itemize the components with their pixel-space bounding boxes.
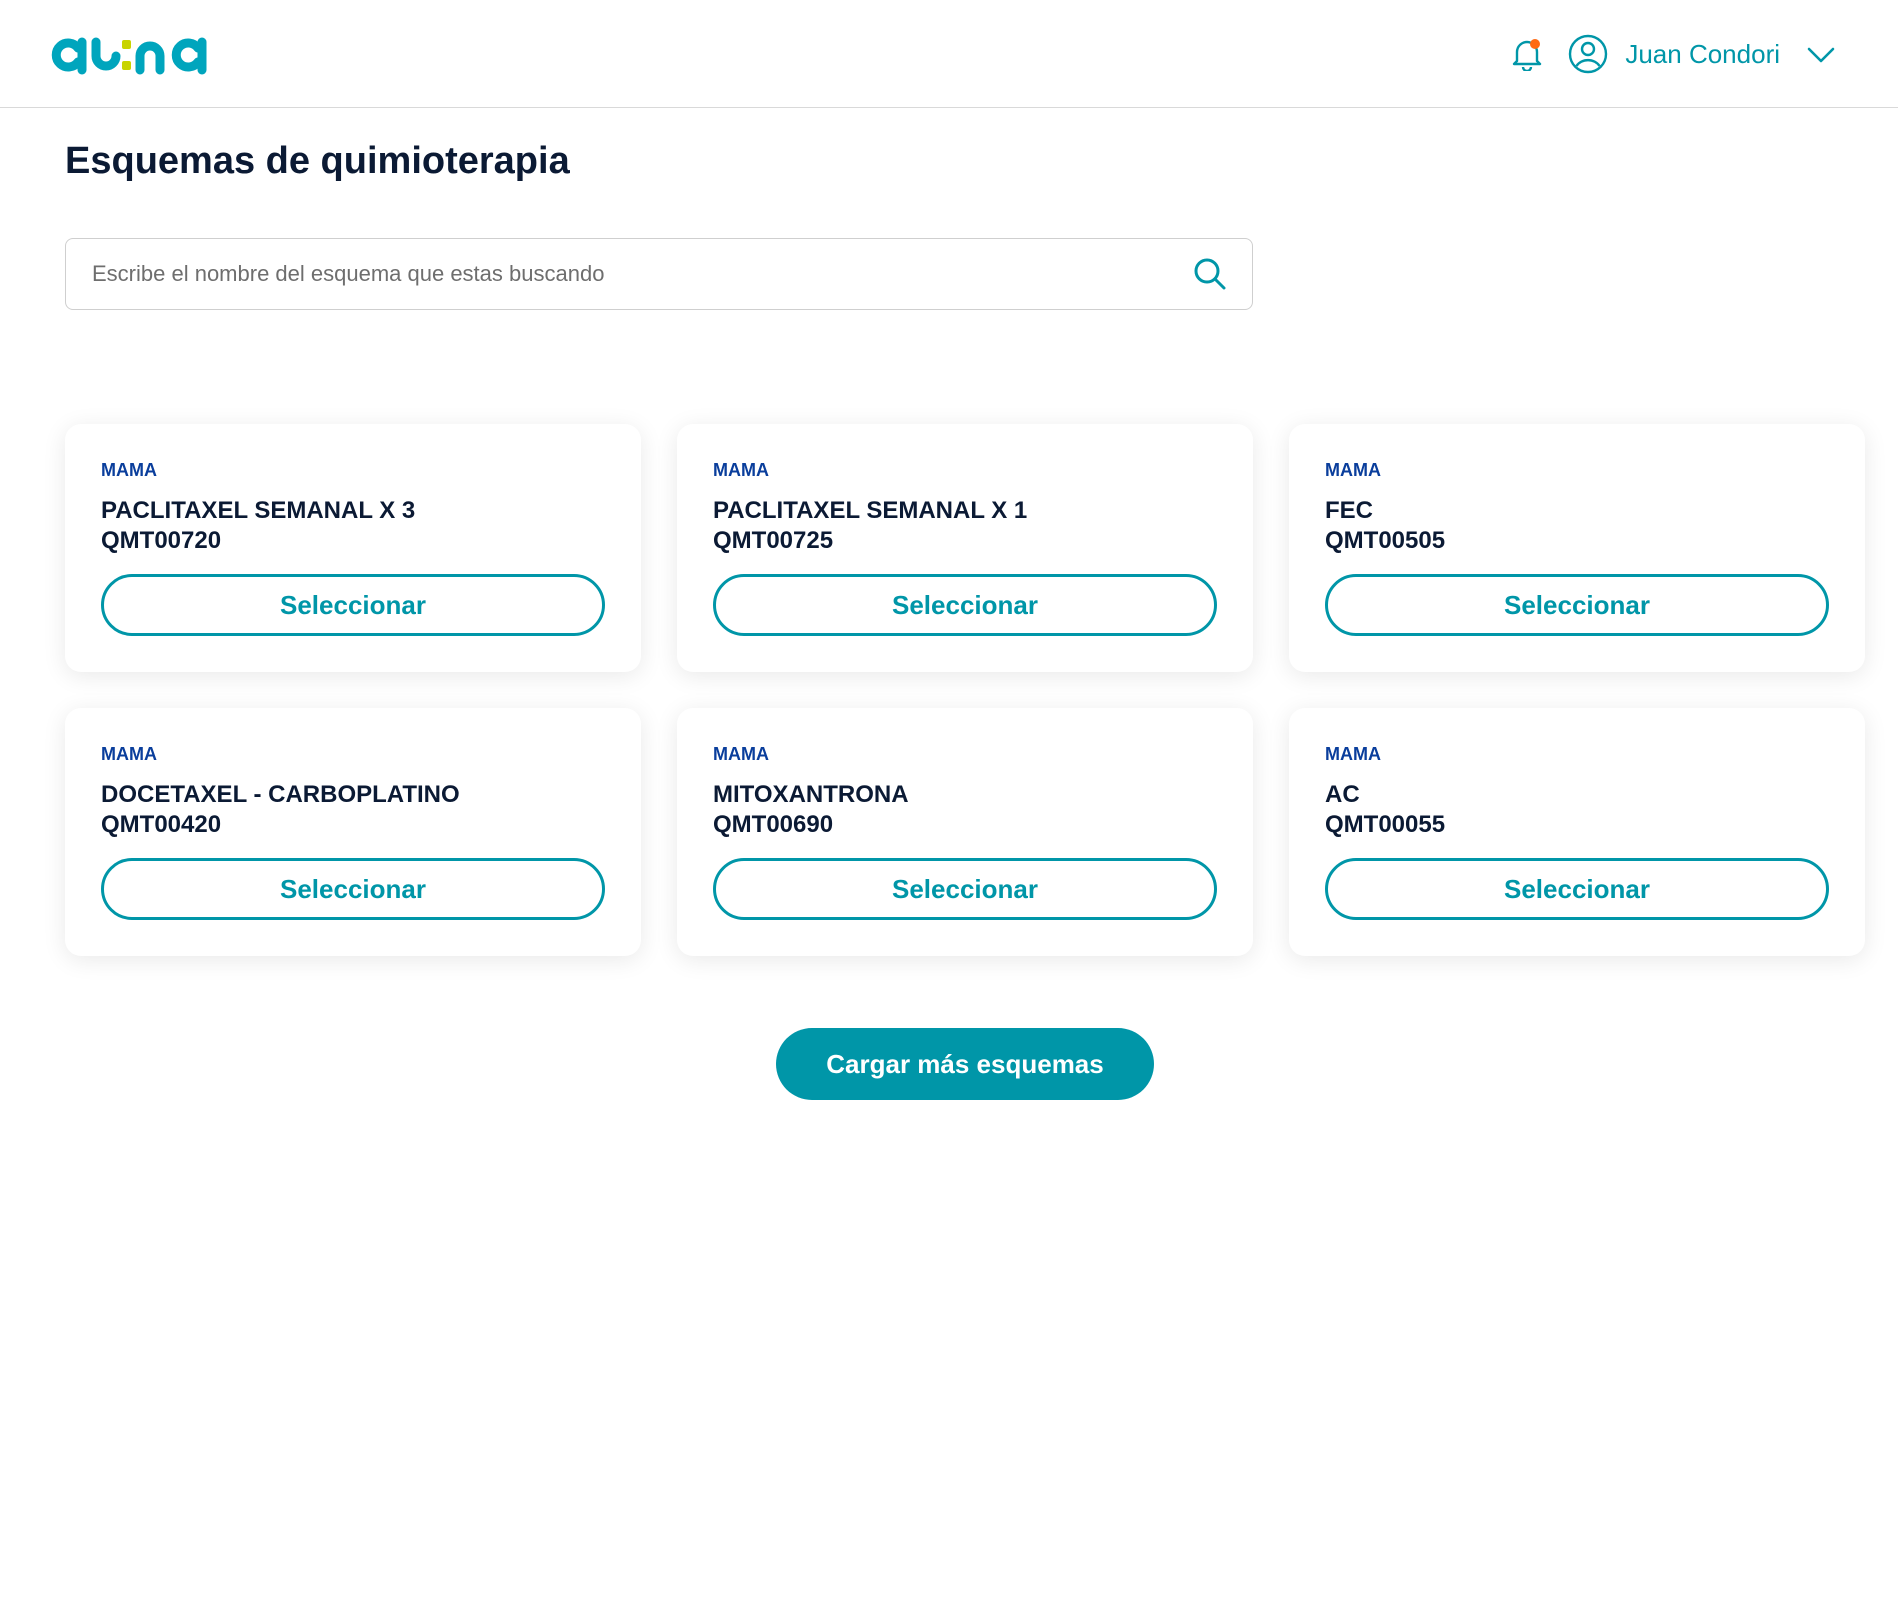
user-menu[interactable]: Juan Condori	[1567, 33, 1838, 75]
search-bar	[65, 238, 1253, 310]
scheme-card: MAMA FEC QMT00505 Seleccionar	[1289, 424, 1865, 672]
scheme-card: MAMA AC QMT00055 Seleccionar	[1289, 708, 1865, 956]
user-avatar-icon	[1569, 34, 1608, 74]
card-category: MAMA	[101, 744, 157, 764]
card-category: MAMA	[1325, 744, 1381, 764]
page-title: Esquemas de quimioterapia	[65, 140, 570, 182]
card-category: MAMA	[101, 460, 157, 480]
card-scheme-code: QMT00055	[1325, 811, 1446, 838]
card-scheme-code: QMT00725	[713, 527, 834, 554]
card-scheme-name: AC	[1325, 781, 1360, 808]
select-button[interactable]: Seleccionar	[101, 574, 605, 636]
select-button[interactable]: Seleccionar	[101, 858, 605, 920]
select-button[interactable]: Seleccionar	[1325, 858, 1829, 920]
select-button[interactable]: Seleccionar	[713, 574, 1217, 636]
load-more-button[interactable]: Cargar más esquemas	[776, 1028, 1154, 1100]
card-category: MAMA	[713, 460, 769, 480]
card-scheme-name: PACLITAXEL SEMANAL X 3	[101, 497, 416, 524]
select-button[interactable]: Seleccionar	[1325, 574, 1829, 636]
chevron-down-icon[interactable]	[1804, 37, 1838, 71]
card-scheme-name: PACLITAXEL SEMANAL X 1	[713, 497, 1028, 524]
card-category: MAMA	[1325, 460, 1381, 480]
scheme-card: MAMA DOCETAXEL - CARBOPLATINO QMT00420 S…	[65, 708, 641, 956]
card-scheme-name: MITOXANTRONA	[713, 781, 909, 808]
scheme-card: MAMA MITOXANTRONA QMT00690 Seleccionar	[677, 708, 1253, 956]
card-scheme-code: QMT00420	[101, 811, 222, 838]
card-scheme-code: QMT00505	[1325, 527, 1446, 554]
scheme-cards-grid: MAMA PACLITAXEL SEMANAL X 3 QMT00720 Sel…	[65, 424, 1865, 956]
notifications-bell-icon[interactable]	[1507, 34, 1547, 74]
card-category: MAMA	[713, 744, 769, 764]
search-icon[interactable]	[1192, 256, 1228, 292]
card-scheme-code: QMT00720	[101, 527, 222, 554]
search-input[interactable]	[90, 260, 1192, 288]
select-button[interactable]: Seleccionar	[713, 858, 1217, 920]
top-header: Juan Condori	[0, 0, 1898, 108]
scheme-card: MAMA PACLITAXEL SEMANAL X 1 QMT00725 Sel…	[677, 424, 1253, 672]
card-scheme-name: FEC	[1325, 497, 1373, 524]
user-name: Juan Condori	[1625, 38, 1780, 69]
header-actions: Juan Condori	[1507, 30, 1838, 78]
scheme-card: MAMA PACLITAXEL SEMANAL X 3 QMT00720 Sel…	[65, 424, 641, 672]
card-scheme-name: DOCETAXEL - CARBOPLATINO	[101, 781, 460, 808]
card-scheme-code: QMT00690	[713, 811, 834, 838]
auna-logo[interactable]	[48, 30, 212, 78]
